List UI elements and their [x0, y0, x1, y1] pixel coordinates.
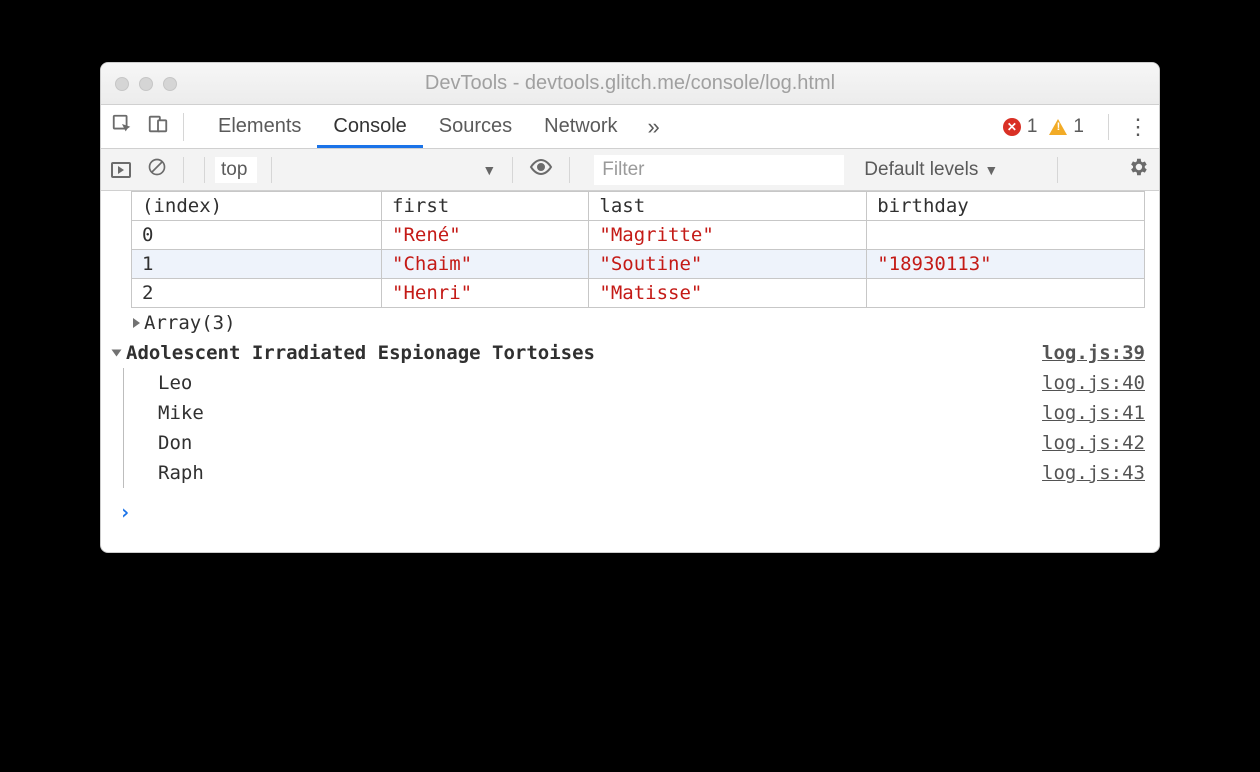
col-index[interactable]: (index) — [132, 192, 382, 221]
separator — [1108, 114, 1109, 140]
levels-label: Default levels — [864, 159, 978, 181]
cell-index: 1 — [132, 250, 382, 279]
group-items: Leo log.js:40 Mike log.js:41 Don log.js:… — [123, 368, 1159, 488]
minimize-dot[interactable] — [139, 77, 153, 91]
array-label: Array(3) — [144, 312, 236, 334]
cell-index: 2 — [132, 279, 382, 308]
col-birthday[interactable]: birthday — [867, 192, 1145, 221]
separator — [1057, 157, 1058, 183]
log-item[interactable]: Raph log.js:43 — [124, 458, 1159, 488]
tabs-overflow-icon[interactable]: » — [634, 114, 674, 140]
tab-sources[interactable]: Sources — [423, 105, 528, 148]
tab-elements[interactable]: Elements — [202, 105, 317, 148]
source-link[interactable]: log.js:39 — [1042, 342, 1145, 364]
warning-badge-icon[interactable] — [1049, 119, 1067, 135]
table-row[interactable]: 2 "Henri" "Matisse" — [132, 279, 1145, 308]
dropdown-caret-icon: ▼ — [984, 162, 998, 178]
source-link[interactable]: log.js:41 — [1042, 402, 1145, 424]
cell-first: "Henri" — [382, 279, 589, 308]
devtools-window: DevTools - devtools.glitch.me/console/lo… — [100, 62, 1160, 553]
table-row[interactable]: 0 "René" "Magritte" — [132, 221, 1145, 250]
inspect-icon[interactable] — [111, 113, 133, 141]
device-icon[interactable] — [147, 113, 169, 141]
separator — [512, 157, 513, 183]
source-link[interactable]: log.js:43 — [1042, 462, 1145, 484]
warning-count: 1 — [1073, 116, 1084, 138]
log-item[interactable]: Mike log.js:41 — [124, 398, 1159, 428]
error-count: 1 — [1027, 116, 1038, 138]
prompt-caret-icon: › — [111, 500, 131, 524]
cell-last: "Magritte" — [589, 221, 867, 250]
cell-birthday — [867, 279, 1145, 308]
log-item[interactable]: Leo log.js:40 — [124, 368, 1159, 398]
tab-network[interactable]: Network — [528, 105, 633, 148]
separator — [183, 157, 184, 183]
log-text: Raph — [158, 462, 204, 484]
live-expression-icon[interactable] — [529, 155, 553, 185]
dropdown-caret-icon[interactable]: ▼ — [482, 162, 496, 178]
console-toolbar: top ▼ Default levels ▼ — [101, 149, 1159, 191]
cell-birthday: "18930113" — [867, 250, 1145, 279]
log-text: Leo — [158, 372, 192, 394]
window-title: DevTools - devtools.glitch.me/console/lo… — [101, 72, 1159, 95]
source-link[interactable]: log.js:42 — [1042, 432, 1145, 454]
expand-icon[interactable] — [133, 318, 140, 328]
tab-console[interactable]: Console — [317, 105, 422, 148]
log-item[interactable]: Don log.js:42 — [124, 428, 1159, 458]
console-content: (index) first last birthday 0 "René" "Ma… — [101, 191, 1159, 552]
cell-birthday — [867, 221, 1145, 250]
main-tabs: Elements Console Sources Network » ✕ 1 1… — [101, 105, 1159, 149]
zoom-dot[interactable] — [163, 77, 177, 91]
console-prompt[interactable]: › — [111, 488, 1159, 546]
settings-icon[interactable] — [1127, 156, 1149, 184]
filter-input[interactable] — [594, 155, 844, 185]
cell-last: "Soutine" — [589, 250, 867, 279]
clear-console-icon[interactable] — [147, 157, 167, 183]
col-first[interactable]: first — [382, 192, 589, 221]
traffic-lights — [115, 77, 177, 91]
sidebar-toggle-icon[interactable] — [111, 162, 131, 178]
source-link[interactable]: log.js:40 — [1042, 372, 1145, 394]
log-text: Mike — [158, 402, 204, 424]
collapse-icon[interactable] — [112, 350, 122, 357]
close-dot[interactable] — [115, 77, 129, 91]
cell-index: 0 — [132, 221, 382, 250]
separator — [569, 157, 570, 183]
cell-first: "Chaim" — [382, 250, 589, 279]
log-text: Don — [158, 432, 192, 454]
cell-last: "Matisse" — [589, 279, 867, 308]
context-selector[interactable]: top — [204, 157, 272, 183]
col-last[interactable]: last — [589, 192, 867, 221]
context-label: top — [215, 157, 257, 183]
log-levels-selector[interactable]: Default levels ▼ — [864, 159, 998, 181]
titlebar: DevTools - devtools.glitch.me/console/lo… — [101, 63, 1159, 105]
array-summary[interactable]: Array(3) — [131, 308, 1159, 338]
error-badge-icon[interactable]: ✕ — [1003, 118, 1021, 136]
table-header-row: (index) first last birthday — [132, 192, 1145, 221]
cell-first: "René" — [382, 221, 589, 250]
group-title: Adolescent Irradiated Espionage Tortoise… — [126, 342, 595, 364]
table-row[interactable]: 1 "Chaim" "Soutine" "18930113" — [132, 250, 1145, 279]
console-table: (index) first last birthday 0 "René" "Ma… — [131, 191, 1145, 308]
more-menu-icon[interactable]: ⋮ — [1127, 114, 1149, 140]
group-header[interactable]: Adolescent Irradiated Espionage Tortoise… — [113, 338, 1159, 368]
console-group: Adolescent Irradiated Espionage Tortoise… — [113, 338, 1159, 488]
